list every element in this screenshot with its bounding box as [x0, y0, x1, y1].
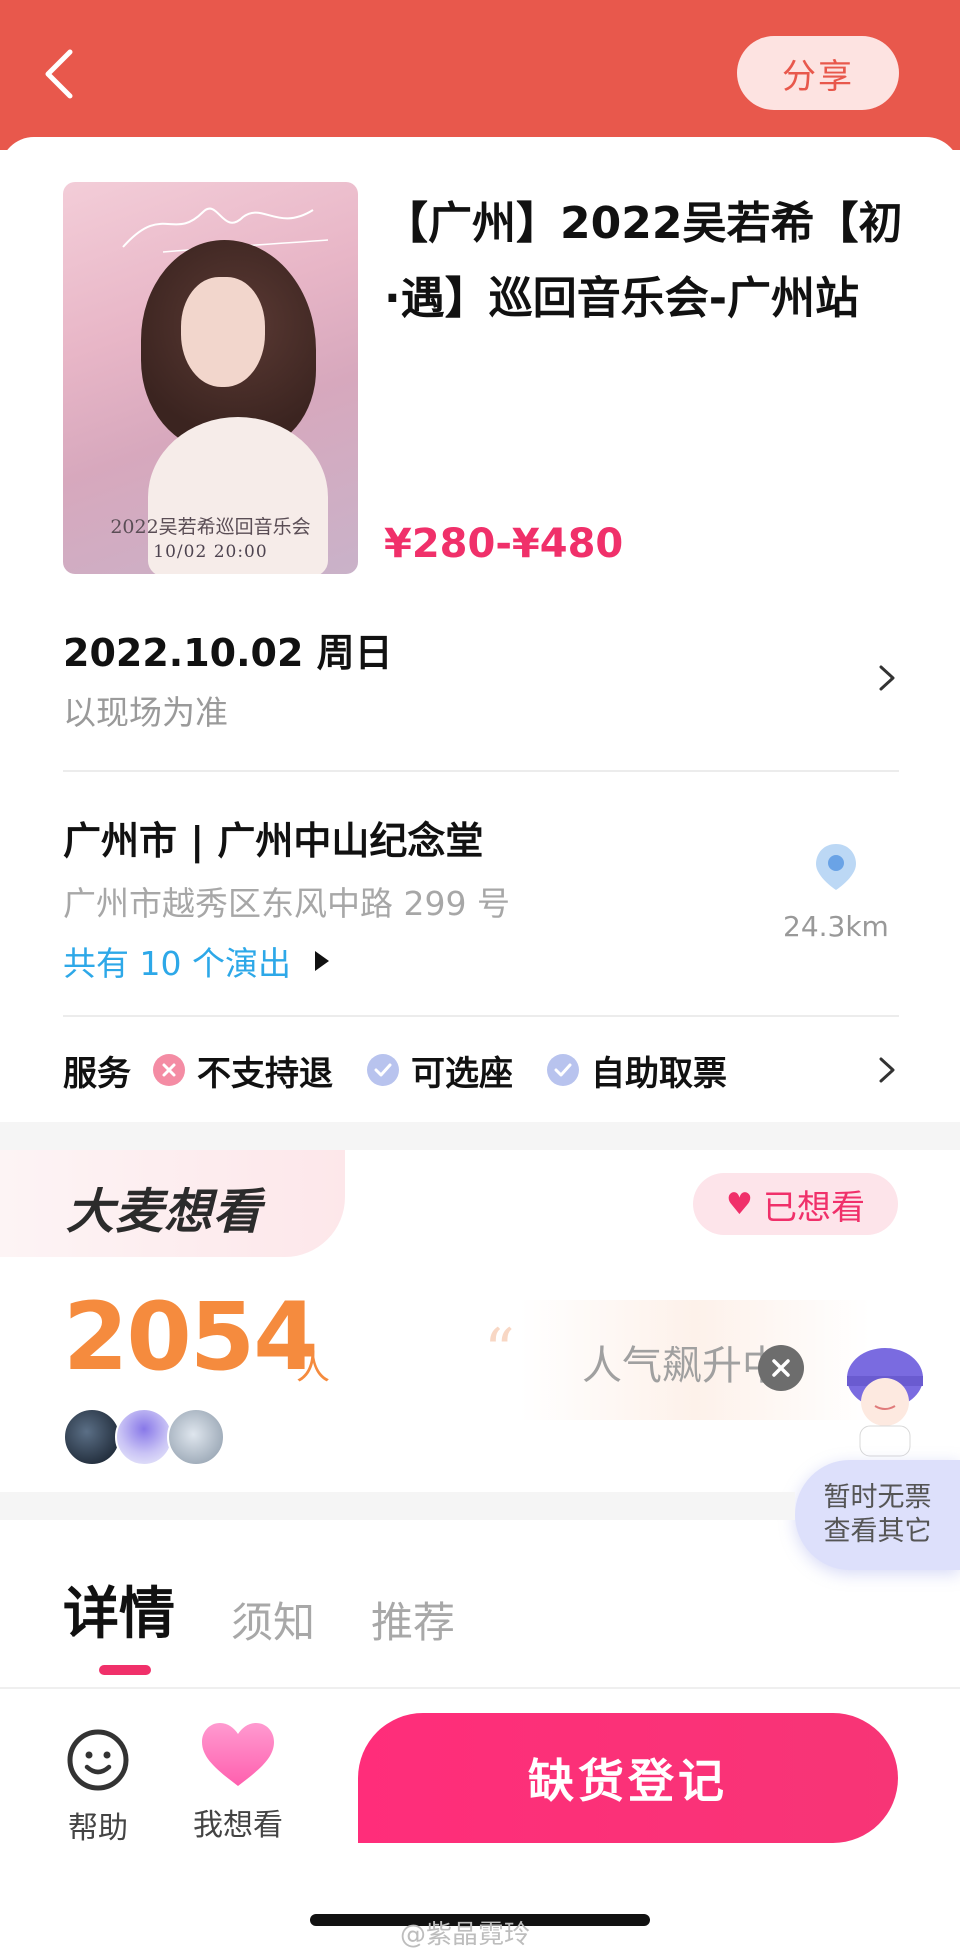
no-ticket-float-button[interactable]: 暂时无票 查看其它 — [795, 1460, 960, 1570]
location-pin-icon[interactable] — [814, 842, 858, 892]
avatar — [115, 1408, 173, 1466]
register-shortage-button[interactable]: 缺货登记 — [358, 1713, 898, 1843]
service-label: 可选座 — [411, 1053, 513, 1094]
event-price: ¥280-¥480 — [384, 521, 624, 567]
close-icon — [772, 1359, 790, 1377]
poster-face — [181, 277, 265, 387]
want-logo-text: 大麦想看 — [66, 1184, 263, 1240]
cross-icon — [153, 1054, 185, 1086]
avatar-group[interactable] — [63, 1408, 225, 1466]
avatar — [167, 1408, 225, 1466]
want-count-unit: 人 — [296, 1348, 330, 1388]
service-no-refund: 不支持退 — [153, 1046, 333, 1095]
event-date: 2022.10.02 周日 — [63, 631, 393, 675]
close-button[interactable] — [758, 1345, 804, 1391]
venue-distance: 24.3km — [783, 910, 889, 943]
chevron-right-icon — [879, 665, 895, 691]
section-gap — [0, 1122, 960, 1150]
event-title: 【广州】2022吴若希【初·遇】巡回音乐会-广州站 — [384, 198, 903, 324]
heart-icon — [202, 1723, 274, 1786]
section-gap — [0, 1492, 795, 1520]
detail-tabs: 详情 须知 推荐 — [63, 1580, 511, 1650]
services-row[interactable]: 服务 不支持退 可选座 自助取票 — [63, 1045, 899, 1095]
quote-icon: “ — [484, 1316, 515, 1386]
shows-link[interactable]: 共有 10 个演出 — [63, 937, 329, 985]
wanted-label: 已想看 — [762, 1187, 865, 1228]
tab-indicator — [99, 1665, 151, 1675]
popularity-text: 人气飙升中 — [582, 1343, 782, 1389]
tab-notice[interactable]: 须知 — [231, 1589, 315, 1650]
venue-name: 广州市 | 广州中山纪念堂 — [63, 819, 484, 863]
service-seat-select: 可选座 — [367, 1046, 513, 1095]
want-count: 2054 — [63, 1283, 319, 1392]
share-button[interactable]: 分享 — [737, 36, 899, 110]
event-poster[interactable]: 2022吴若希巡回音乐会 10/02 20:00 — [63, 182, 358, 574]
help-button[interactable]: 帮助 — [58, 1727, 138, 1847]
avatar — [63, 1408, 121, 1466]
divider — [63, 770, 899, 772]
help-label: 帮助 — [68, 1811, 128, 1846]
venue-address: 广州市越秀区东风中路 299 号 — [63, 884, 510, 923]
back-button[interactable] — [30, 42, 86, 106]
float-line-1: 暂时无票 — [823, 1482, 932, 1513]
play-triangle-icon — [314, 951, 329, 971]
poster-subtitle: 2022吴若希巡回音乐会 — [110, 516, 311, 538]
float-label: 暂时无票 查看其它 — [824, 1481, 932, 1549]
heart-icon: ♥ — [726, 1186, 753, 1222]
mascot-icon — [847, 1348, 923, 1457]
poster-date: 10/02 20:00 — [153, 542, 268, 562]
check-icon — [367, 1054, 399, 1086]
divider — [63, 1015, 899, 1017]
shows-link-label: 共有 10 个演出 — [63, 944, 291, 983]
service-label: 自助取票 — [591, 1053, 727, 1094]
check-icon — [547, 1054, 579, 1086]
watermark: @紫晶霓玲 — [400, 1920, 531, 1950]
chevron-right-icon — [879, 1057, 895, 1083]
date-note: 以现场为准 — [63, 693, 228, 732]
service-label: 不支持退 — [197, 1053, 333, 1094]
service-self-pickup: 自助取票 — [547, 1046, 727, 1095]
want-label: 我想看 — [193, 1808, 283, 1843]
tab-details[interactable]: 详情 — [63, 1569, 175, 1650]
chevron-left-icon — [45, 49, 73, 99]
tab-recommend[interactable]: 推荐 — [371, 1589, 455, 1650]
want-logo: 大麦想看 — [66, 1172, 262, 1242]
wanted-button[interactable]: ♥ 已想看 — [693, 1173, 898, 1235]
help-face-icon — [67, 1729, 129, 1791]
date-row[interactable]: 2022.10.02 周日 以现场为准 — [63, 616, 899, 766]
services-title: 服务 — [63, 1053, 131, 1094]
float-line-2: 查看其它 — [823, 1516, 932, 1547]
want-button[interactable]: 我想看 — [188, 1720, 288, 1844]
